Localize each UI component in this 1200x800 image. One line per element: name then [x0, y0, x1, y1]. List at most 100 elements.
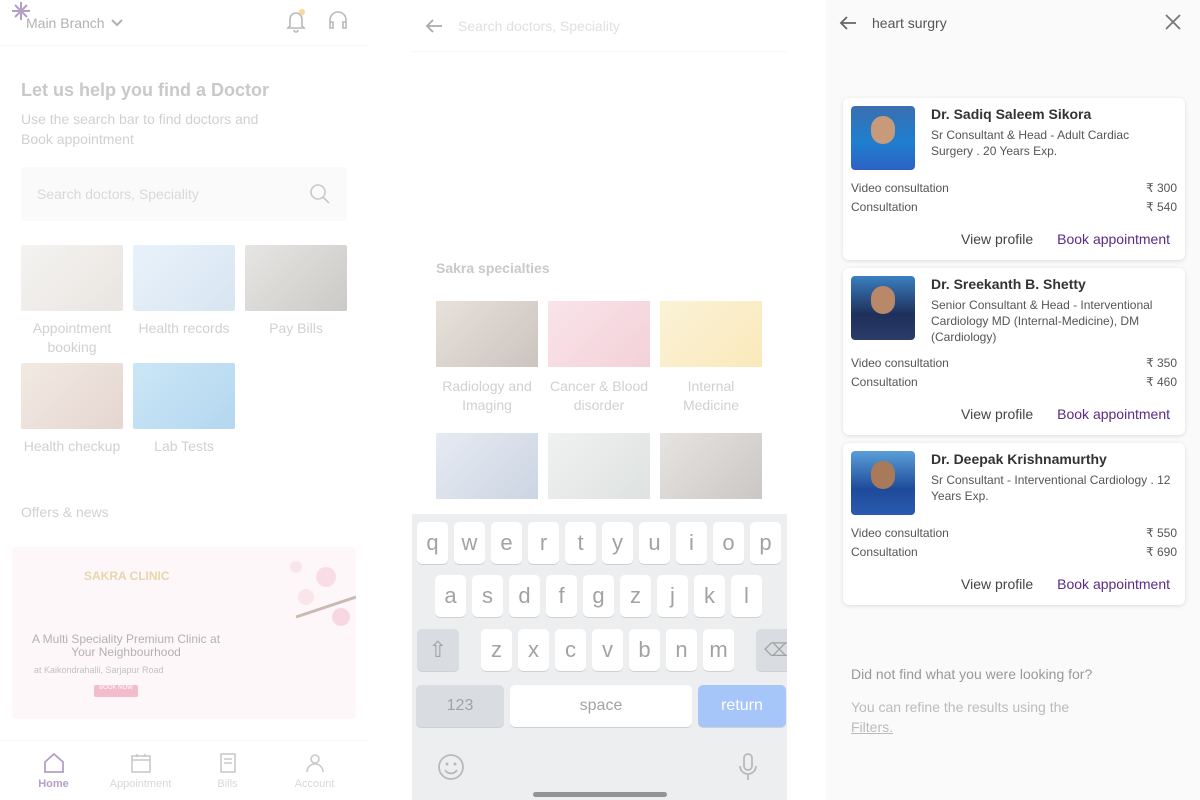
tile-label: Appointment booking — [32, 320, 112, 355]
nav-appointment[interactable]: Appointment — [106, 741, 176, 800]
back-arrow-icon[interactable] — [838, 13, 858, 33]
nav-label: Account — [294, 778, 335, 790]
view-profile-button[interactable]: View profile — [961, 576, 1033, 592]
specialty-label: Internal Medicine — [682, 378, 740, 413]
tile-label: Pay Bills — [269, 320, 323, 336]
key-u[interactable]: u — [639, 522, 670, 564]
tile-label: Health checkup — [23, 438, 121, 454]
doctor-name: Dr. Deepak Krishnamurthy — [931, 451, 1107, 467]
specialties-grid: Radiology and Imaging Cancer & Blood dis… — [436, 301, 762, 499]
return-key[interactable]: return — [698, 685, 786, 727]
tile-health-checkup[interactable]: Health checkup — [21, 363, 123, 456]
doctor-description: Sr Consultant - Interventional Cardiolog… — [931, 473, 1171, 503]
bell-icon[interactable] — [284, 8, 308, 34]
nav-account[interactable]: Account — [280, 741, 350, 800]
key-s[interactable]: s — [472, 575, 503, 617]
card-actions: View profile Book appointment — [961, 406, 1170, 422]
book-appointment-button[interactable]: Book appointment — [1057, 231, 1170, 247]
nav-bills[interactable]: Bills — [193, 741, 263, 800]
book-appointment-button[interactable]: Book appointment — [1057, 576, 1170, 592]
doctor-card[interactable]: Dr. Sadiq Saleem Sikora Sr Consultant & … — [843, 98, 1185, 260]
specialty-dentistry[interactable] — [548, 433, 650, 499]
tile-lab-tests[interactable]: Lab Tests — [133, 363, 235, 456]
specialty-label: Cancer & Blood disorder — [549, 378, 649, 413]
specialty-radiology[interactable]: Radiology and Imaging — [436, 301, 538, 415]
key-p[interactable]: p — [750, 522, 781, 564]
key-g[interactable]: g — [583, 575, 614, 617]
book-appointment-button[interactable]: Book appointment — [1057, 406, 1170, 422]
key-c[interactable]: c — [555, 629, 586, 671]
home-indicator — [533, 792, 667, 797]
key-q[interactable]: q — [417, 522, 448, 564]
home-search-input[interactable]: Search doctors, Speciality — [21, 167, 347, 221]
home-tiles: Appointment booking Health records Pay B… — [21, 245, 347, 456]
tile-pay-bills[interactable]: Pay Bills — [245, 245, 347, 357]
video-fee-row: Video consultation ₹ 300 — [851, 181, 1177, 195]
filters-link[interactable]: Filters. — [851, 719, 893, 735]
search-query-input[interactable]: heart surgry — [872, 15, 947, 31]
tile-appointment-booking[interactable]: Appointment booking — [21, 245, 123, 357]
specialty-cancer[interactable]: Cancer & Blood disorder — [548, 301, 650, 415]
key-l[interactable]: l — [731, 575, 762, 617]
key-r[interactable]: r — [528, 522, 559, 564]
key-m[interactable]: m — [703, 629, 734, 671]
view-profile-button[interactable]: View profile — [961, 406, 1033, 422]
key-v[interactable]: v — [592, 629, 623, 671]
key-a[interactable]: a — [435, 575, 466, 617]
emoji-icon[interactable] — [436, 752, 466, 782]
key-i[interactable]: i — [676, 522, 707, 564]
consult-fee-row: Consultation ₹ 540 — [851, 200, 1177, 214]
search-input[interactable]: Search doctors, Speciality — [458, 18, 620, 34]
close-icon[interactable] — [1164, 13, 1182, 31]
key-x[interactable]: x — [518, 629, 549, 671]
headset-icon[interactable] — [326, 8, 350, 34]
key-d[interactable]: d — [509, 575, 540, 617]
back-arrow-icon[interactable] — [424, 16, 444, 36]
key-z[interactable]: z — [620, 575, 651, 617]
specialty-image — [436, 433, 538, 499]
fee-label: Consultation — [851, 375, 918, 389]
numbers-key[interactable]: 123 — [416, 685, 504, 727]
key-e[interactable]: e — [491, 522, 522, 564]
shift-key[interactable]: ⇧ — [417, 629, 459, 671]
doctor-name: Dr. Sreekanth B. Shetty — [931, 276, 1086, 292]
key-t[interactable]: t — [565, 522, 596, 564]
doctor-card[interactable]: Dr. Sreekanth B. Shetty Senior Consultan… — [843, 268, 1185, 435]
tile-label: Lab Tests — [154, 438, 214, 454]
on-screen-keyboard: qwertyuiop asdfgzjkl ⇧ zxcvbnm ⌫ 123 spa… — [412, 514, 787, 800]
view-profile-button[interactable]: View profile — [961, 231, 1033, 247]
specialty-ent[interactable] — [660, 433, 762, 499]
tile-image — [133, 245, 235, 311]
key-n[interactable]: n — [666, 629, 697, 671]
doctor-card[interactable]: Dr. Deepak Krishnamurthy Sr Consultant -… — [843, 443, 1185, 605]
person-icon — [305, 754, 324, 773]
fee-value: ₹ 690 — [1146, 545, 1177, 559]
nav-home[interactable]: Home — [19, 741, 89, 800]
card-actions: View profile Book appointment — [961, 576, 1170, 592]
branch-selector[interactable]: Main Branch — [26, 15, 123, 31]
key-z[interactable]: z — [481, 629, 512, 671]
key-k[interactable]: k — [694, 575, 725, 617]
fee-label: Video consultation — [851, 356, 949, 370]
specialty-internal-medicine[interactable]: Internal Medicine — [660, 301, 762, 415]
key-j[interactable]: j — [657, 575, 688, 617]
microphone-icon[interactable] — [738, 752, 758, 782]
key-w[interactable]: w — [454, 522, 485, 564]
key-o[interactable]: o — [713, 522, 744, 564]
key-y[interactable]: y — [602, 522, 633, 564]
backspace-key[interactable]: ⌫ — [756, 629, 787, 671]
search-screen: Search doctors, Speciality Sakra special… — [412, 0, 787, 800]
key-b[interactable]: b — [629, 629, 660, 671]
tile-health-records[interactable]: Health records — [133, 245, 235, 357]
specialty-image — [436, 301, 538, 367]
tile-image — [133, 363, 235, 429]
banner-button[interactable]: BOOK NOW — [94, 685, 138, 697]
key-f[interactable]: f — [546, 575, 577, 617]
home-header: Main Branch — [0, 0, 368, 46]
card-actions: View profile Book appointment — [961, 231, 1170, 247]
banner-location: at Kaikondrahalli, Sarjapur Road — [34, 665, 164, 675]
offer-banner[interactable]: SAKRA CLINIC A Multi Speciality Premium … — [12, 547, 356, 719]
space-key[interactable]: space — [510, 685, 692, 727]
doctor-photo — [851, 106, 915, 170]
specialty-clinical[interactable] — [436, 433, 538, 499]
